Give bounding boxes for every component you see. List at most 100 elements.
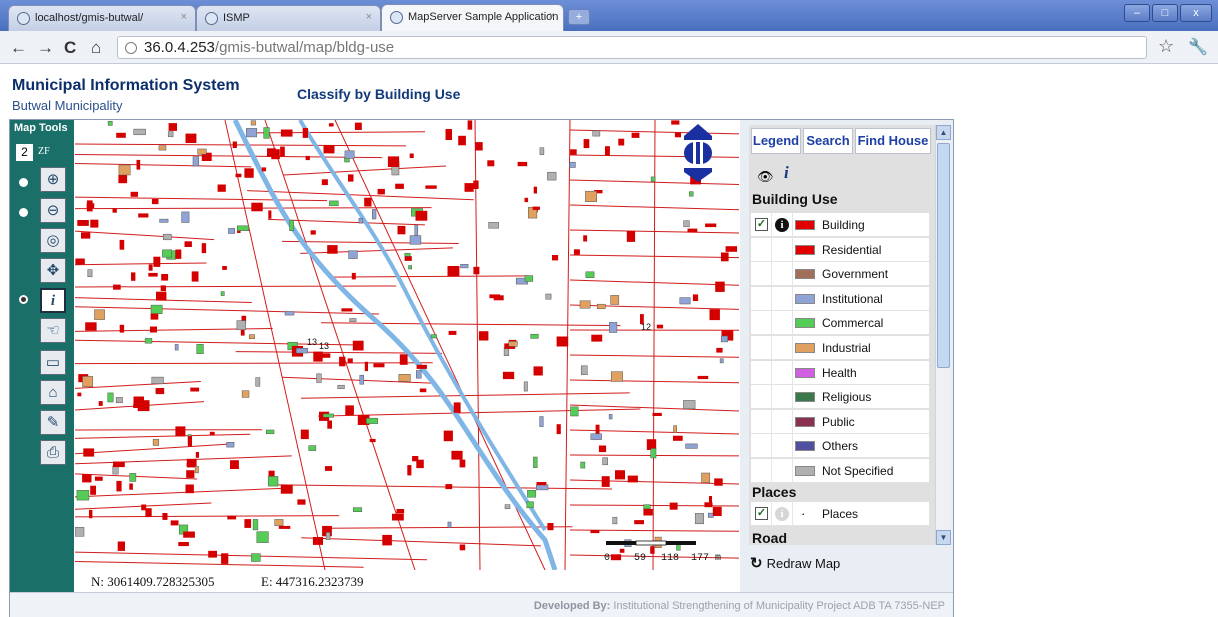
building [602, 457, 608, 466]
building [186, 470, 195, 478]
zoom-in-button[interactable]: ⊕ [40, 167, 66, 192]
address-bar[interactable]: 36.0.4.253/gmis-butwal/map/bldg-use [117, 36, 1147, 59]
tab-mapserver[interactable]: MapServer Sample Application × [381, 4, 564, 31]
hand-button[interactable]: ☜ [40, 318, 66, 343]
scroll-up-icon[interactable]: ▲ [936, 125, 951, 140]
building-checkbox[interactable]: ✓ [755, 218, 768, 231]
zoom-in-icon: ⊕ [46, 171, 60, 188]
building [131, 272, 136, 281]
tab-legend[interactable]: Legend [751, 128, 801, 154]
zoom-extent-button[interactable]: ◎ [40, 228, 66, 253]
building [151, 198, 159, 205]
info-button[interactable]: i [40, 288, 66, 313]
building [244, 168, 254, 178]
legend-swatch [795, 220, 815, 230]
info-radio[interactable] [19, 295, 28, 304]
building [694, 513, 704, 525]
redraw-map-button[interactable]: ↻ Redraw Map [750, 554, 840, 572]
refresh-icon: ↻ [750, 555, 763, 572]
tab-search[interactable]: Search [803, 128, 853, 154]
legend-swatch [795, 466, 815, 476]
zoom-out-radio[interactable] [19, 208, 28, 217]
places-checkbox[interactable]: ✓ [755, 507, 768, 520]
coordinate-readout: N: 3061409.728325305 E: 447316.2323739 [75, 570, 739, 592]
building [719, 358, 724, 364]
parcel-line [321, 322, 621, 327]
building [399, 354, 408, 365]
building [493, 295, 504, 301]
scroll-down-icon[interactable]: ▼ [936, 530, 951, 545]
building [459, 544, 466, 551]
building [592, 130, 601, 137]
tab-localhost[interactable]: localhost/gmis-butwal/ × [8, 5, 196, 31]
close-icon[interactable]: × [366, 11, 372, 23]
info-icon[interactable]: i [775, 218, 789, 232]
wrench-icon[interactable]: 🔧 [1188, 37, 1208, 57]
home-icon[interactable]: ⌂ [91, 38, 101, 58]
close-icon[interactable]: × [181, 11, 187, 23]
bookmark-star-icon[interactable]: ☆ [1158, 36, 1174, 57]
site-title: Municipal Information System [12, 77, 240, 94]
parcel-line [75, 560, 364, 568]
info-icon[interactable]: i [775, 507, 789, 521]
building [416, 370, 422, 379]
measure-button[interactable]: ▭ [40, 350, 66, 375]
tab-ismp[interactable]: ISMP × [196, 5, 381, 31]
building [530, 333, 539, 339]
select-button[interactable]: ⌂ [40, 380, 66, 405]
tab-label: MapServer Sample Application [408, 11, 559, 23]
close-window-button[interactable]: x [1180, 4, 1212, 22]
close-icon[interactable]: × [549, 10, 555, 22]
building [246, 128, 258, 138]
building [267, 148, 276, 157]
zoom-out-button[interactable]: ⊖ [40, 198, 66, 223]
legend-swatch [795, 269, 815, 280]
scroll-thumb[interactable] [937, 143, 950, 368]
info-icon[interactable]: i [784, 163, 789, 183]
tab-find-house[interactable]: Find House [855, 128, 931, 154]
building [159, 218, 169, 223]
building [133, 128, 146, 136]
building [569, 161, 576, 168]
minimize-button[interactable]: – [1124, 4, 1150, 22]
building [116, 480, 122, 492]
zoom-factor-input[interactable]: 2 [16, 144, 33, 161]
building [321, 179, 328, 186]
building [532, 206, 540, 210]
zoom-out-icon: ⊖ [46, 202, 60, 219]
legend-swatch [795, 416, 815, 427]
legend-scrollbar[interactable]: ▲ ▼ [935, 125, 951, 545]
building [150, 313, 159, 320]
eraser-button[interactable]: ✎ [40, 410, 66, 435]
new-tab-button[interactable]: + [568, 9, 590, 25]
building [547, 171, 557, 181]
zoom-in-radio[interactable] [19, 178, 28, 187]
redraw-label: Redraw Map [766, 556, 841, 571]
parcel-line [75, 196, 328, 202]
building [162, 513, 168, 520]
legend-label: Commercal [822, 316, 884, 331]
parcel-line [282, 240, 459, 244]
road-line [652, 120, 656, 570]
back-icon[interactable]: ← [10, 38, 27, 58]
map-canvas[interactable]: 13 13 12 0 59 118 177 m [75, 120, 739, 570]
parcel-line [75, 551, 428, 561]
print-button[interactable]: ⎙ [40, 440, 66, 465]
eye-icon[interactable]: 👁 [757, 169, 774, 185]
building [230, 460, 239, 469]
building [382, 534, 392, 546]
building [533, 186, 537, 194]
legend-label: Others [822, 439, 859, 454]
building [192, 156, 199, 167]
building [183, 531, 195, 538]
legend-item: Commercal [751, 311, 929, 336]
maximize-button[interactable]: □ [1152, 4, 1178, 22]
reload-icon[interactable]: C [64, 38, 76, 58]
east-coordinate: E: 447316.2323739 [261, 574, 364, 589]
pan-button[interactable]: ✥ [40, 258, 66, 283]
building [327, 420, 332, 429]
building [256, 531, 269, 543]
legend-item: Public [751, 409, 929, 434]
forward-icon[interactable]: → [37, 38, 54, 58]
building [595, 424, 600, 434]
